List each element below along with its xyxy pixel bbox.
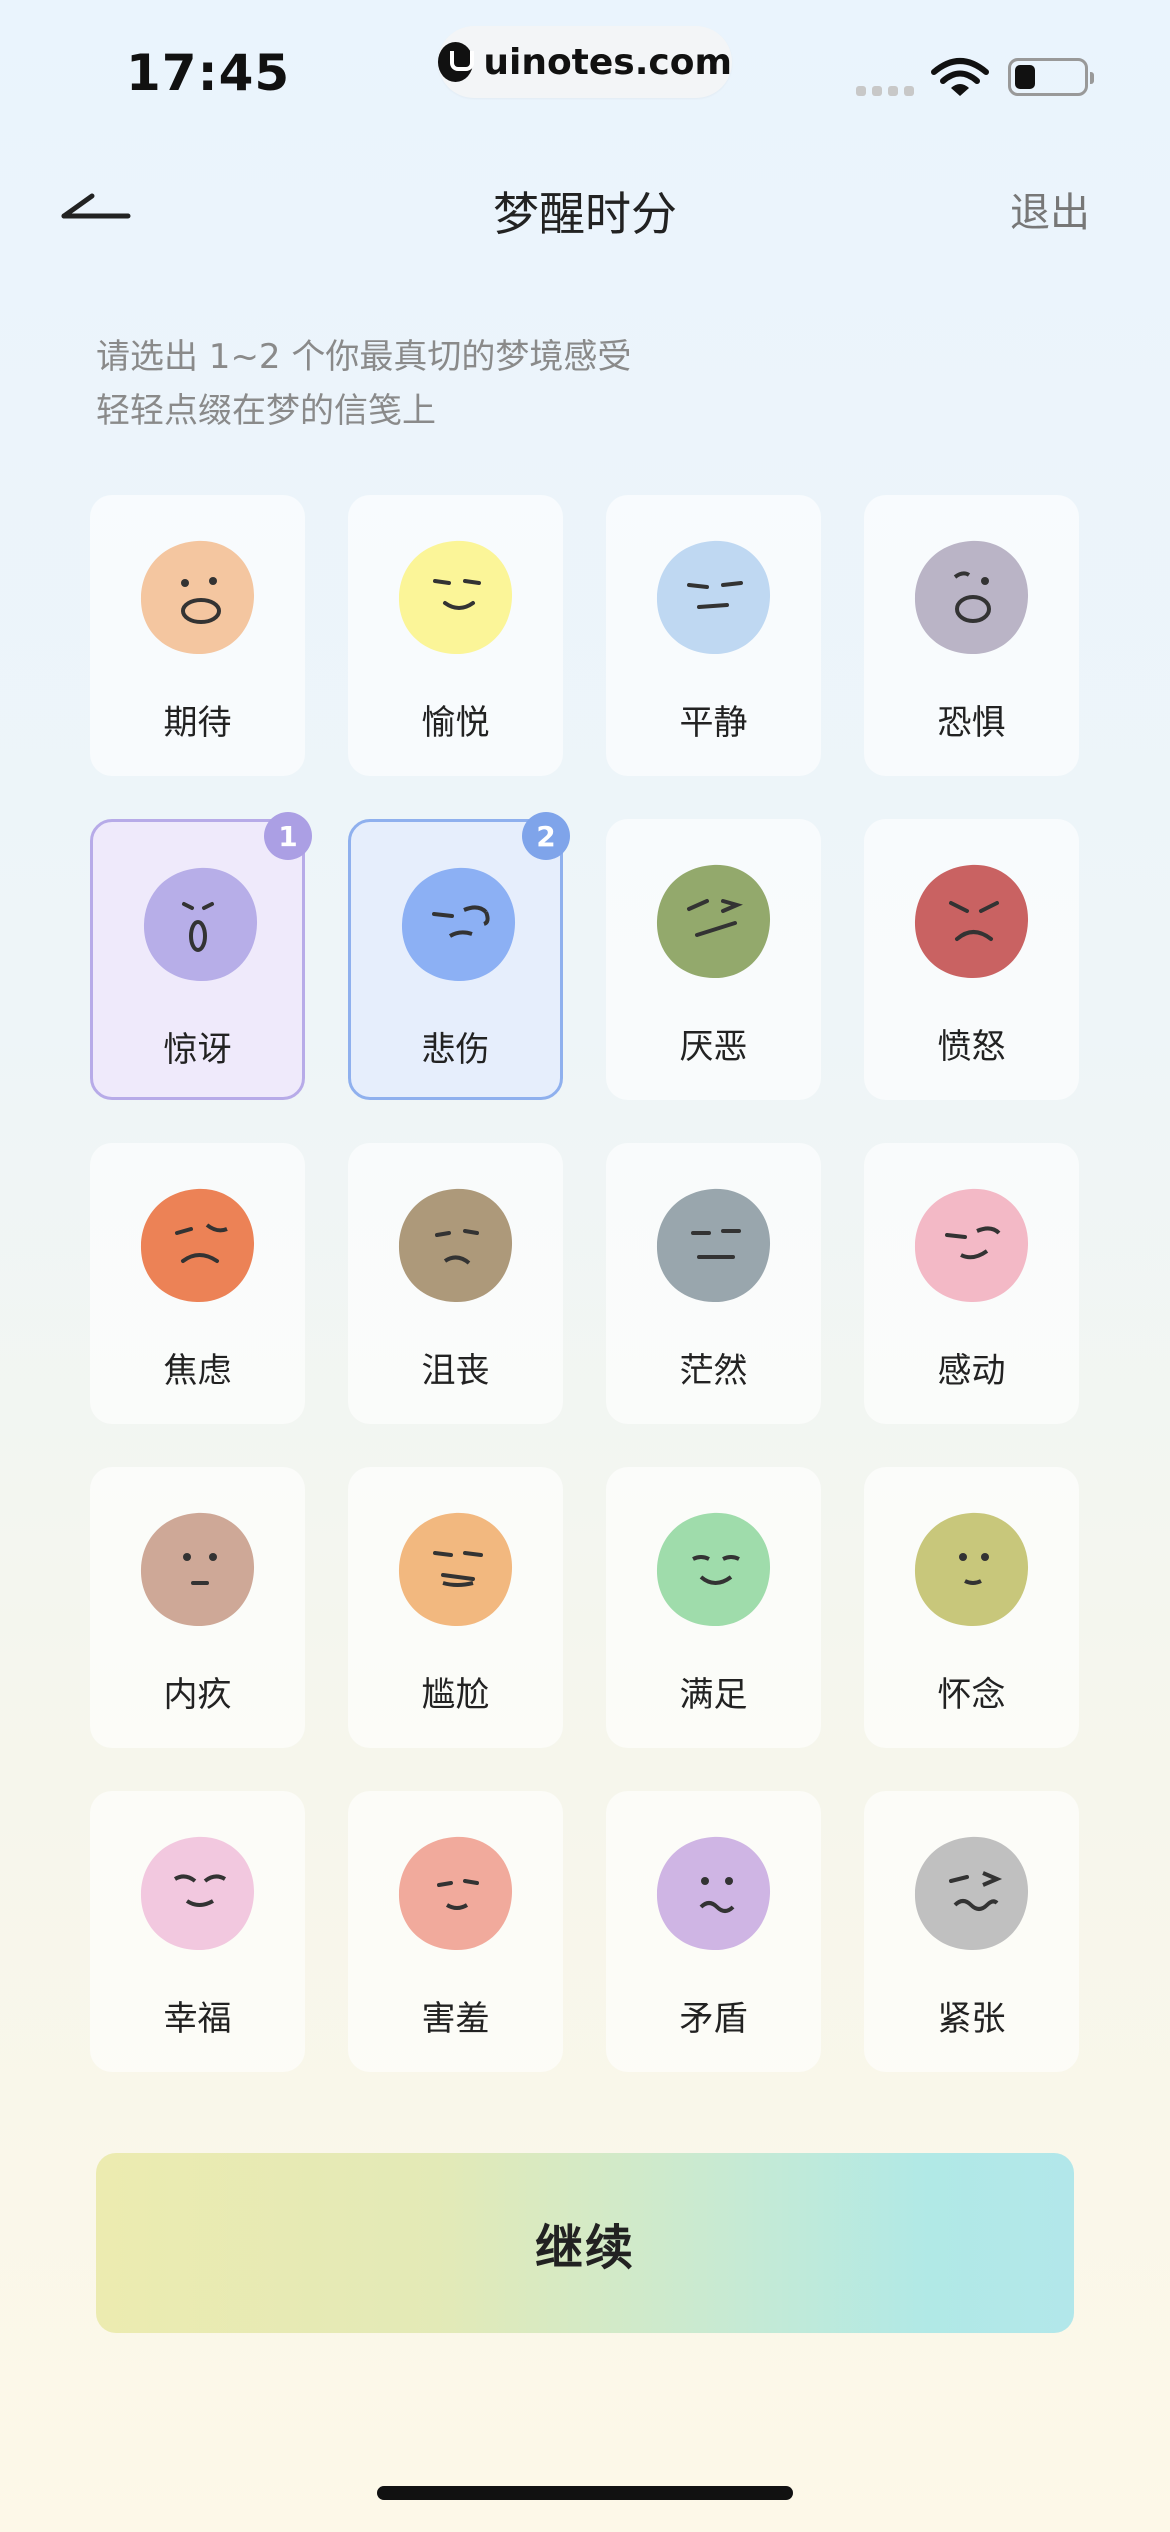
selection-order-badge: 2	[522, 812, 570, 860]
emotion-label: 紧张	[937, 1999, 1006, 2039]
emotion-label: 幸福	[163, 1999, 232, 2039]
cellular-signal-icon	[856, 86, 914, 96]
url-text: uinotes.com	[483, 41, 732, 83]
instruction-line-2: 轻轻点缀在梦的信笺上	[96, 391, 436, 431]
emotion-card-6[interactable]: 悲伤 2	[348, 812, 570, 1100]
emotion-label: 感动	[937, 1351, 1006, 1391]
emotion-card-7[interactable]: 厌恶	[606, 819, 821, 1100]
conflicted-face-icon	[653, 1833, 774, 1954]
battery-icon	[1008, 58, 1094, 96]
disgust-face-icon	[653, 861, 774, 982]
emotion-card-13[interactable]: 内疚	[90, 1467, 305, 1748]
emotion-card-4[interactable]: 恐惧	[864, 495, 1079, 776]
surprise-face-icon	[140, 864, 261, 985]
emotion-label: 茫然	[679, 1351, 748, 1391]
emotion-card-12[interactable]: 感动	[864, 1143, 1079, 1424]
emotion-label: 惊讶	[163, 1030, 232, 1070]
emotion-card-3[interactable]: 平静	[606, 495, 821, 776]
nav-bar: 梦醒时分 退出	[0, 150, 1170, 260]
pleased-face-icon	[395, 537, 516, 658]
home-indicator[interactable]	[377, 2486, 793, 2500]
touched-face-icon	[911, 1185, 1032, 1306]
page-title: 梦醒时分	[493, 187, 677, 241]
anxious-face-icon	[137, 1185, 258, 1306]
calm-face-icon	[653, 537, 774, 658]
emotion-label: 期待	[163, 703, 232, 743]
emotion-card-20[interactable]: 紧张	[864, 1791, 1079, 2072]
emotion-card-19[interactable]: 矛盾	[606, 1791, 821, 2072]
emotion-card-2[interactable]: 愉悦	[348, 495, 563, 776]
angry-face-icon	[911, 861, 1032, 982]
eager-face-icon	[137, 537, 258, 658]
continue-button[interactable]: 继续	[96, 2153, 1074, 2333]
status-bar: 17:45 uinotes.com	[0, 0, 1170, 130]
content-face-icon	[653, 1509, 774, 1630]
emotion-card-8[interactable]: 愤怒	[864, 819, 1079, 1100]
happy-face-icon	[137, 1833, 258, 1954]
emotion-label: 悲伤	[421, 1030, 490, 1070]
sad-face-icon	[398, 864, 519, 985]
exit-button[interactable]: 退出	[1010, 180, 1090, 238]
url-pill[interactable]: uinotes.com	[438, 26, 732, 98]
emotion-label: 厌恶	[679, 1027, 748, 1067]
emotion-card-5[interactable]: 惊讶 1	[90, 812, 312, 1100]
emotion-card-18[interactable]: 害羞	[348, 1791, 563, 2072]
emotion-card-9[interactable]: 焦虑	[90, 1143, 305, 1424]
emotion-card-14[interactable]: 尴尬	[348, 1467, 563, 1748]
emotion-label: 内疚	[163, 1675, 232, 1715]
emotion-card-11[interactable]: 茫然	[606, 1143, 821, 1424]
emotion-label: 平静	[679, 703, 748, 743]
continue-label: 继续	[534, 2220, 635, 2276]
instruction-line-1: 请选出 1~2 个你最真切的梦境感受	[96, 337, 632, 377]
emotion-grid: 期待 愉悦 平静 恐惧惊讶 1 悲伤 2 厌恶 愤怒焦虑 沮丧 茫然 感动内疚 尴尬 满足 怀念幸福 害羞 矛盾…	[90, 495, 1080, 2072]
emotion-label: 尴尬	[421, 1675, 490, 1715]
blank-face-icon	[653, 1185, 774, 1306]
emotion-card-15[interactable]: 满足	[606, 1467, 821, 1748]
emotion-card-1[interactable]: 期待	[90, 495, 305, 776]
nervous-face-icon	[911, 1833, 1032, 1954]
guilty-face-icon	[137, 1509, 258, 1630]
awkward-face-icon	[395, 1509, 516, 1630]
dejected-face-icon	[395, 1185, 516, 1306]
fear-face-icon	[911, 537, 1032, 658]
emotion-label: 愉悦	[421, 703, 490, 743]
wifi-icon	[931, 58, 989, 96]
emotion-card-16[interactable]: 怀念	[864, 1467, 1079, 1748]
emotion-label: 沮丧	[421, 1351, 490, 1391]
site-logo-icon	[438, 42, 475, 82]
shy-face-icon	[395, 1833, 516, 1954]
instruction-text: 请选出 1~2 个你最真切的梦境感受 轻轻点缀在梦的信笺上	[96, 330, 631, 438]
emotion-label: 焦虑	[163, 1351, 232, 1391]
emotion-label: 愤怒	[937, 1027, 1006, 1067]
emotion-card-17[interactable]: 幸福	[90, 1791, 305, 2072]
emotion-label: 怀念	[937, 1675, 1006, 1715]
nostalgic-face-icon	[911, 1509, 1032, 1630]
emotion-label: 害羞	[421, 1999, 490, 2039]
status-time: 17:45	[126, 44, 291, 102]
emotion-label: 矛盾	[679, 1999, 748, 2039]
emotion-card-10[interactable]: 沮丧	[348, 1143, 563, 1424]
emotion-label: 满足	[679, 1675, 748, 1715]
selection-order-badge: 1	[264, 812, 312, 860]
emotion-label: 恐惧	[937, 703, 1006, 743]
